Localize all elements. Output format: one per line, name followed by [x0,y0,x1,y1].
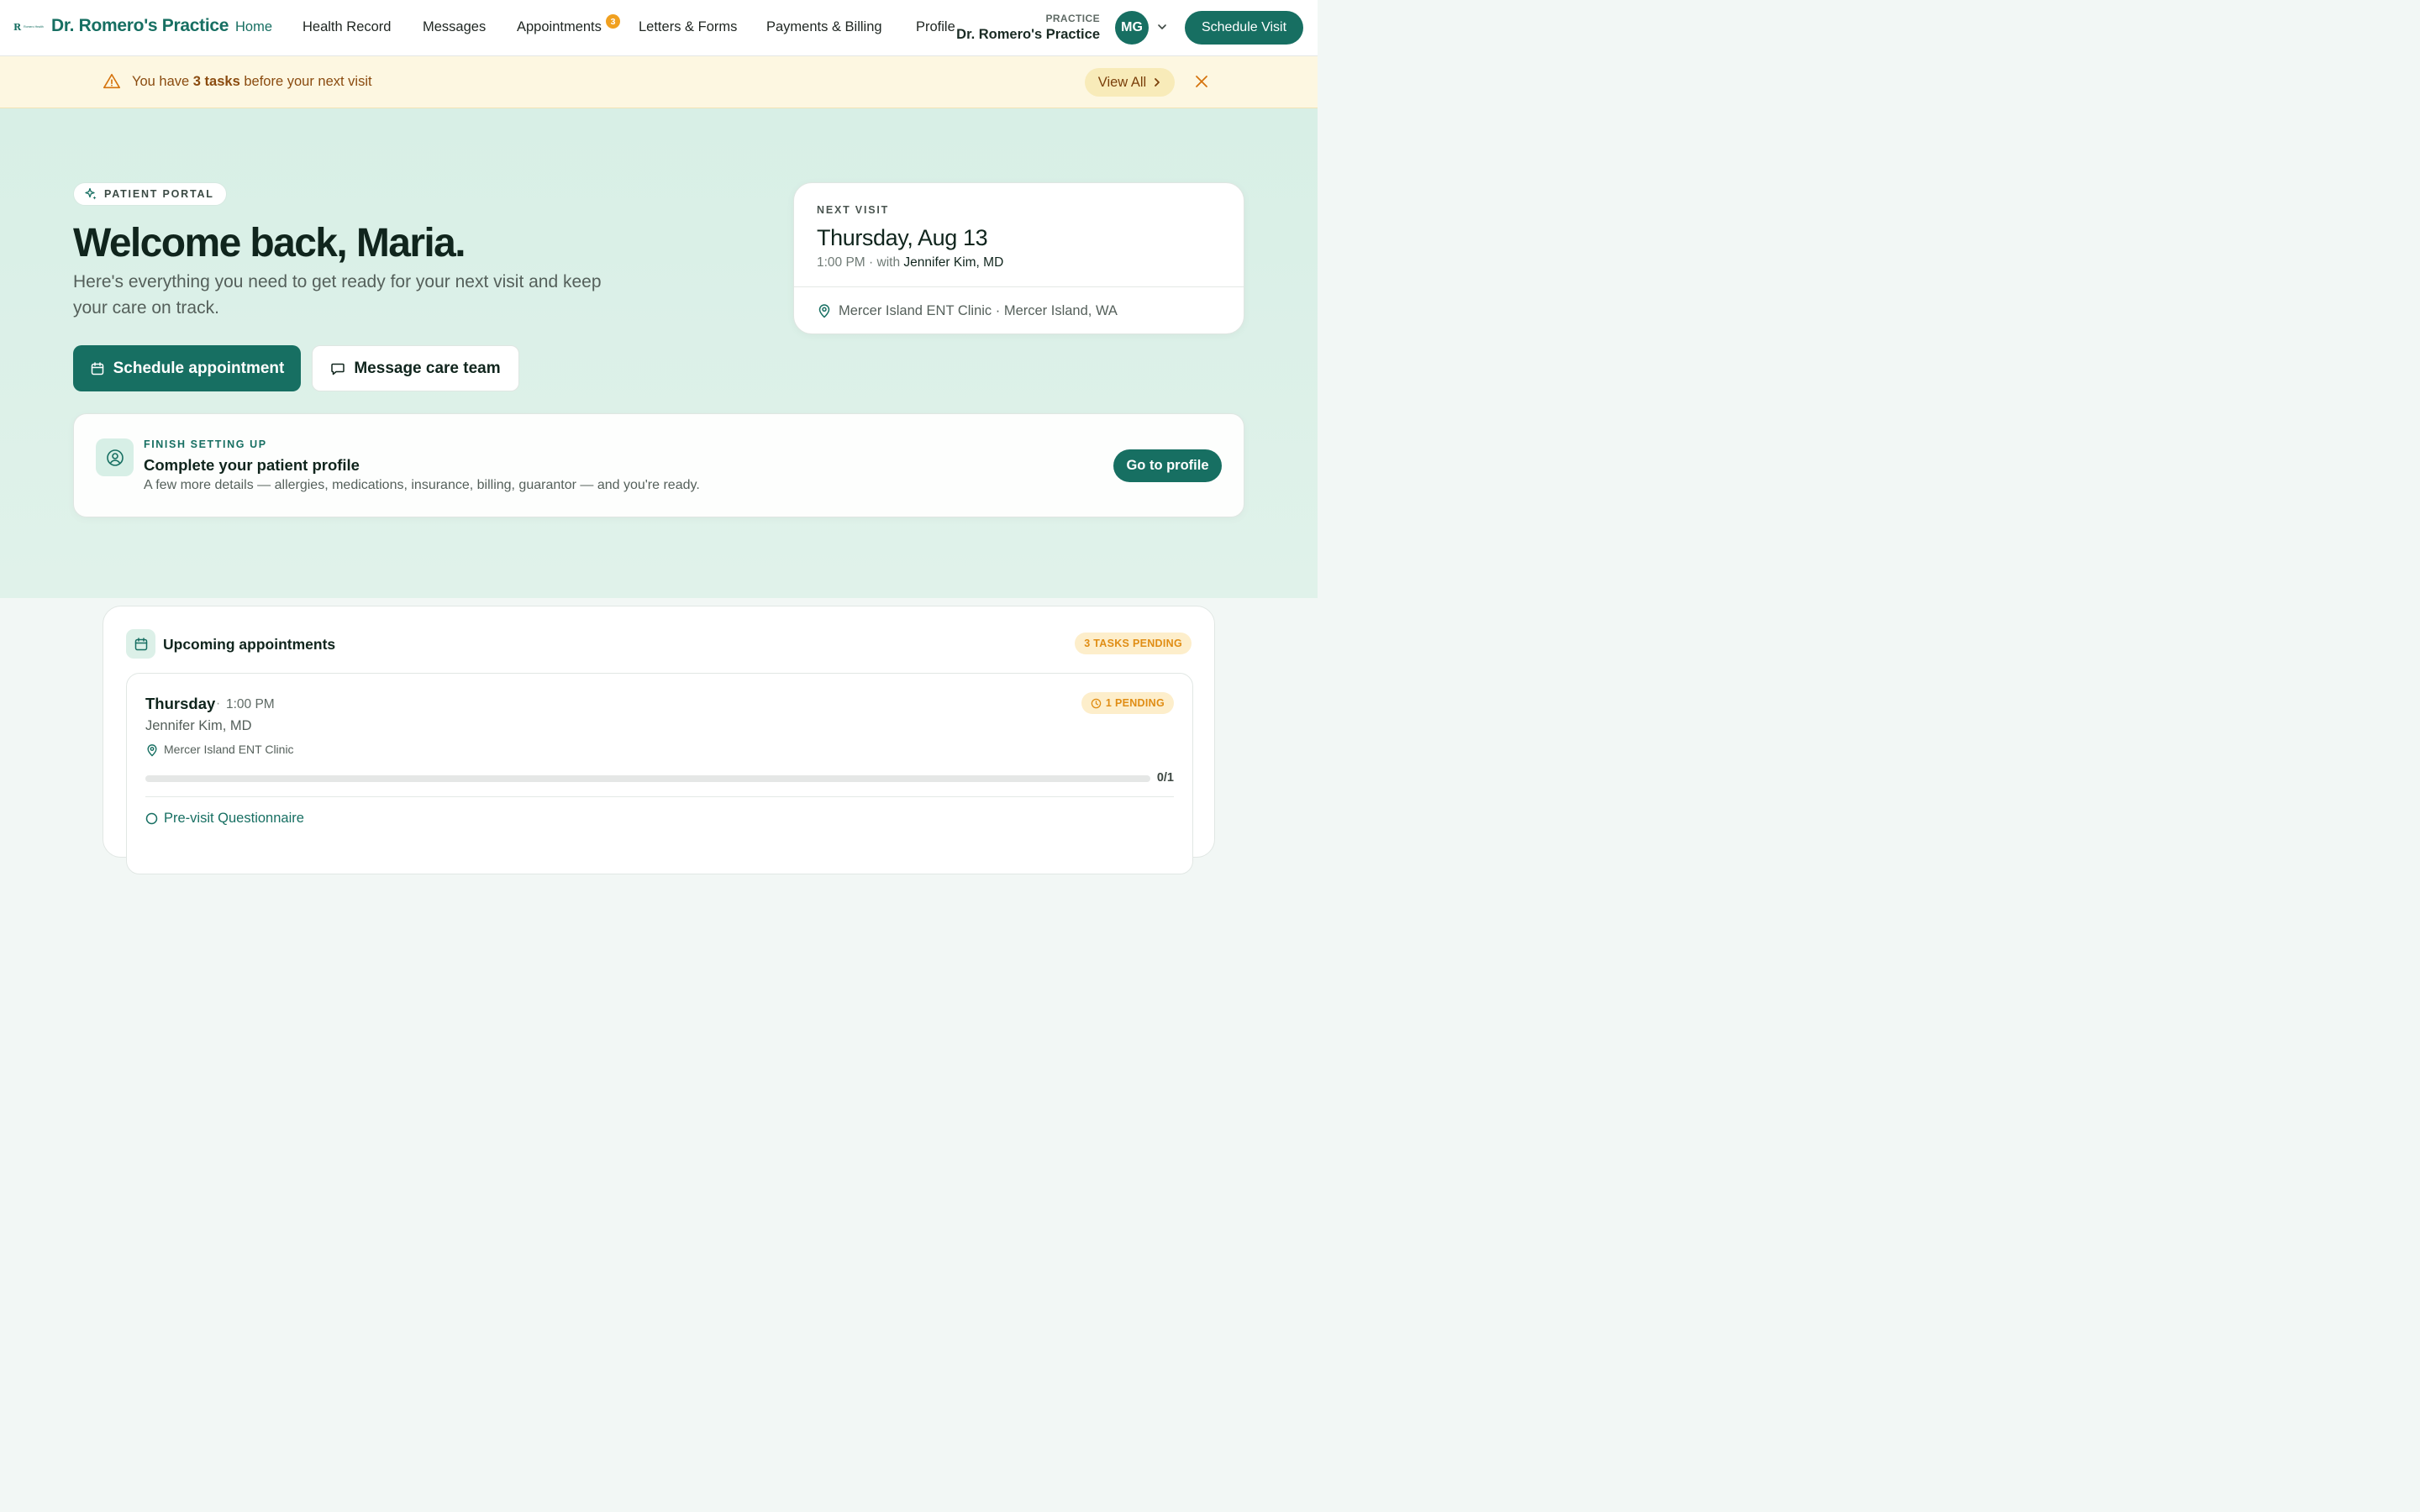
setup-title: Complete your patient profile [144,456,360,474]
empty-circle-icon [145,812,158,825]
top-nav: R Romero Health Dr. Romero's Practice Ho… [0,0,1318,56]
close-icon[interactable] [1194,74,1209,89]
dot-separator: · [216,696,221,711]
chevron-right-icon [1153,77,1161,87]
logo-letter: R [13,21,22,33]
task-label: Pre-visit Questionnaire [164,811,304,826]
welcome-heading: Welcome back, Maria. [73,221,466,265]
appointment-time: 1:00 PM [226,697,275,711]
chevron-down-icon[interactable] [1156,21,1168,33]
location-pin-icon [146,743,158,757]
appointment-location: Mercer Island ENT Clinic [164,743,294,756]
nav-payments-billing[interactable]: Payments & Billing [766,19,882,35]
appointment-day: Thursday [145,695,216,712]
go-to-profile-button[interactable]: Go to profile [1113,449,1222,482]
divider [794,286,1244,287]
appointment-doctor: Jennifer Kim, MD [145,718,252,733]
calendar-icon [126,629,155,659]
logo-tiny-text: Romero Health [24,25,44,29]
schedule-appointment-button[interactable]: Schedule appointment [73,345,301,391]
practice-logo[interactable]: R Romero Health [13,21,45,33]
next-visit-doctor: Jennifer Kim, MD [903,255,1004,270]
next-visit-eyebrow: NEXT VISIT [817,204,890,216]
tasks-pending-badge: 3 TASKS PENDING [1075,633,1192,654]
upcoming-appointments-card: Upcoming appointments 3 TASKS PENDING Th… [103,606,1215,874]
setup-eyebrow: FINISH SETTING UP [144,438,267,450]
banner-message: You have 3 tasks before your next visit [132,74,372,90]
patient-portal-chip: PATIENT PORTAL [73,182,227,206]
message-care-team-label: Message care team [354,359,501,377]
next-visit-date: Thursday, Aug 13 [817,225,988,250]
schedule-visit-button[interactable]: Schedule Visit [1185,11,1303,45]
banner-text-before: You have [132,74,193,89]
warning-icon [103,72,121,91]
task-link-pre-visit-questionnaire[interactable]: Pre-visit Questionnaire [145,811,304,827]
banner-text-after: before your next visit [239,74,372,89]
schedule-appointment-label: Schedule appointment [113,359,285,377]
calendar-icon [90,361,105,376]
message-care-team-button[interactable]: Message care team [312,345,519,391]
next-visit-time-line: 1:00 PM · with Jennifer Kim, MD [817,255,1003,270]
view-all-button[interactable]: View All [1085,68,1175,97]
view-all-label: View All [1097,74,1147,90]
setup-description: A few more details — allergies, medicati… [144,478,700,492]
dot-separator: · [869,255,877,270]
nav-appointments[interactable]: Appointments [517,19,602,35]
welcome-subtitle: Here's everything you need to get ready … [73,272,602,318]
task-progress-bar [145,775,1150,782]
pending-label: 1 PENDING [1105,697,1165,709]
practice-eyebrow: PRACTICE [1045,13,1100,24]
location-pin-icon [818,303,831,318]
task-progress-count: 0/1 [1156,771,1174,785]
user-circle-icon [96,438,134,476]
banner-task-count: 3 tasks [192,74,240,89]
brand-name[interactable]: Dr. Romero's Practice [51,16,229,36]
finish-setup-card: FINISH SETTING UP Complete your patient … [73,413,1244,517]
nav-profile[interactable]: Profile [916,19,955,35]
next-visit-card[interactable]: NEXT VISIT Thursday, Aug 13 1:00 PM · wi… [793,182,1244,334]
next-visit-with: with [876,255,901,270]
next-visit-location: Mercer Island ENT Clinic · Mercer Island… [839,303,1118,318]
nav-health-record[interactable]: Health Record [302,19,391,35]
nav-home[interactable]: Home [235,19,272,35]
nav-messages[interactable]: Messages [423,19,486,35]
upcoming-appointments-title: Upcoming appointments [163,636,336,653]
message-icon [330,361,345,376]
divider [145,796,1174,797]
tasks-banner: You have 3 tasks before your next visit … [0,56,1318,108]
next-visit-time: 1:00 PM [817,255,865,270]
sparkle-icon [84,187,97,201]
appointment-item[interactable]: Thursday · 1:00 PM Jennifer Kim, MD Merc… [126,673,1193,874]
patient-portal-label: PATIENT PORTAL [104,188,214,200]
pending-badge: 1 PENDING [1081,692,1174,714]
practice-switcher-name[interactable]: Dr. Romero's Practice [956,27,1100,43]
user-avatar[interactable]: MG [1115,11,1149,45]
clock-icon [1091,698,1102,709]
appointments-count-badge: 3 [606,14,620,29]
nav-letters-forms[interactable]: Letters & Forms [639,19,737,35]
